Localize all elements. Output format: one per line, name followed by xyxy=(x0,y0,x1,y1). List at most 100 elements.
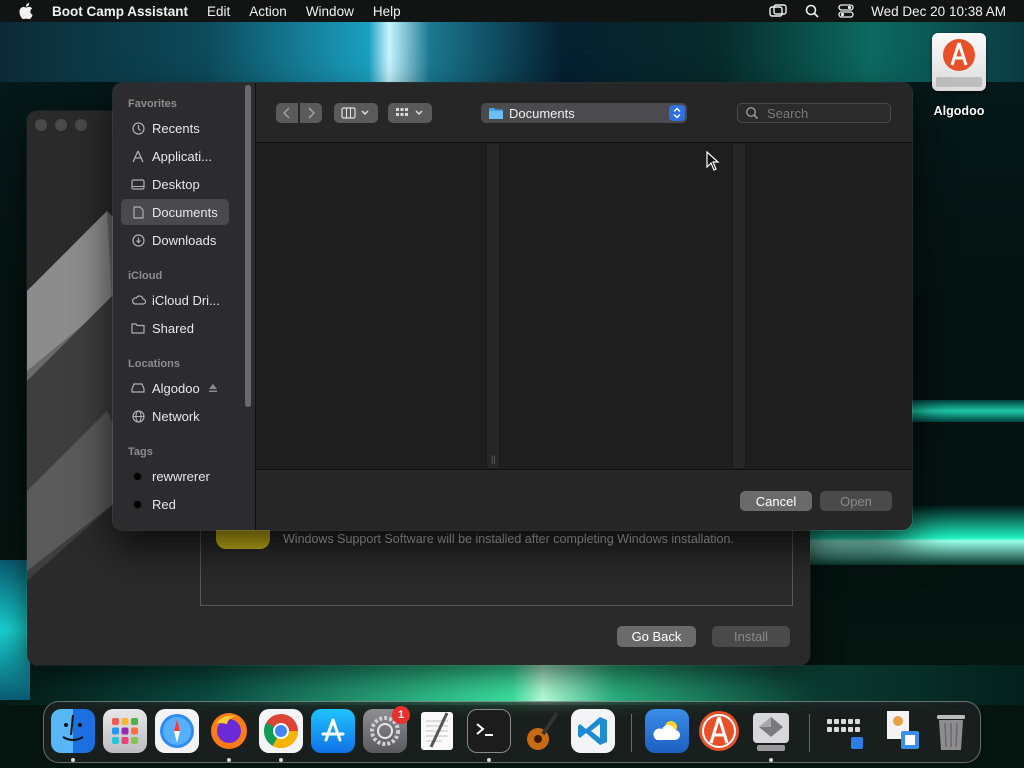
sidebar-tag-red[interactable]: Red xyxy=(121,491,229,517)
app-store-icon[interactable] xyxy=(311,709,355,753)
terminal-icon[interactable] xyxy=(467,709,511,753)
textedit-icon[interactable] xyxy=(415,709,459,753)
zoom-window-button[interactable] xyxy=(75,119,87,131)
control-center-icon[interactable] xyxy=(837,4,855,18)
sidebar-item-label: Desktop xyxy=(152,176,200,192)
drive-icon xyxy=(129,381,147,395)
open-button[interactable]: Open xyxy=(820,491,892,511)
folder-icon xyxy=(489,108,503,119)
apps-folder-icon[interactable] xyxy=(823,709,867,753)
chevron-updown-icon xyxy=(669,105,685,121)
sidebar-item-label: Network xyxy=(152,408,200,424)
info-message: Windows Support Software will be install… xyxy=(283,532,734,546)
desktop-icon-label: Algodoo xyxy=(933,104,985,118)
globe-icon xyxy=(129,409,147,423)
sidebar-item-downloads[interactable]: Downloads xyxy=(121,227,229,253)
location-popup[interactable]: Documents xyxy=(481,103,687,123)
applications-icon xyxy=(129,149,147,163)
column-resize-handle[interactable]: || xyxy=(486,144,500,468)
downloads-stack-icon[interactable] xyxy=(879,709,923,753)
dialog-sidebar: Favorites Recents Applicati... Desktop D… xyxy=(113,83,256,530)
view-columns-button[interactable] xyxy=(334,103,378,123)
mouse-cursor-icon xyxy=(706,151,720,171)
chrome-icon[interactable] xyxy=(259,709,303,753)
chevron-right-icon xyxy=(308,107,315,119)
sidebar-item-label: Downloads xyxy=(152,232,217,248)
sidebar-item-label: Recents xyxy=(152,120,200,136)
location-label: Documents xyxy=(509,105,575,121)
go-back-button[interactable]: Go Back xyxy=(617,626,696,647)
sidebar-item-label: Documents xyxy=(152,204,218,220)
column-resize-handle[interactable] xyxy=(732,144,746,468)
menu-edit[interactable]: Edit xyxy=(207,4,230,19)
trash-icon[interactable] xyxy=(929,709,973,753)
dock: 1 xyxy=(43,701,981,763)
view-grid-button[interactable] xyxy=(388,103,432,123)
eject-icon[interactable] xyxy=(208,383,218,393)
sidebar-item-icloud-drive[interactable]: iCloud Dri... xyxy=(121,287,229,313)
sidebar-item-algodoo[interactable]: Algodoo xyxy=(121,375,241,401)
guitar-icon[interactable] xyxy=(519,709,563,753)
notification-badge: 1 xyxy=(392,706,410,724)
chevron-left-icon xyxy=(283,107,290,119)
document-icon xyxy=(129,205,147,219)
sidebar-item-network[interactable]: Network xyxy=(121,403,229,429)
columns-view-icon xyxy=(341,107,369,119)
install-button[interactable]: Install xyxy=(712,626,790,647)
open-file-dialog: Favorites Recents Applicati... Desktop D… xyxy=(113,83,912,530)
shared-folder-icon xyxy=(129,321,147,335)
menu-help[interactable]: Help xyxy=(373,4,401,19)
safari-icon[interactable] xyxy=(155,709,199,753)
column-grip-icon: || xyxy=(491,454,496,464)
menu-action[interactable]: Action xyxy=(249,4,287,19)
sidebar-header-locations: Locations xyxy=(128,358,180,370)
tag-color-dot xyxy=(133,471,142,481)
sidebar-tag-rewwrerer[interactable]: rewwrerer xyxy=(121,463,229,489)
cancel-button[interactable]: Cancel xyxy=(740,491,812,511)
firefox-icon[interactable] xyxy=(207,709,251,753)
apple-menu-icon[interactable] xyxy=(18,3,34,19)
sidebar-header-icloud: iCloud xyxy=(128,270,163,282)
sidebar-item-label: iCloud Dri... xyxy=(152,292,220,308)
download-icon xyxy=(129,233,147,247)
cloud-icon xyxy=(129,293,147,307)
sidebar-item-recents[interactable]: Recents xyxy=(121,115,229,141)
forward-button[interactable] xyxy=(300,103,322,123)
running-indicator xyxy=(71,758,75,762)
clock-icon xyxy=(129,121,147,135)
sidebar-item-label: rewwrerer xyxy=(152,468,210,484)
dialog-main: Documents Search || Cancel Open xyxy=(256,83,912,530)
sidebar-header-tags: Tags xyxy=(128,446,153,458)
running-indicator xyxy=(769,758,773,762)
bootcamp-logo-icon xyxy=(27,211,117,581)
search-placeholder: Search xyxy=(767,105,809,121)
sidebar-item-label: Applicati... xyxy=(152,148,212,164)
minimize-window-button[interactable] xyxy=(55,119,67,131)
screen-mirroring-icon[interactable] xyxy=(769,4,787,18)
launchpad-icon[interactable] xyxy=(103,709,147,753)
sidebar-item-label: Algodoo xyxy=(152,380,200,396)
spotlight-search-icon[interactable] xyxy=(803,4,821,18)
menu-app-name[interactable]: Boot Camp Assistant xyxy=(52,4,188,19)
sidebar-item-documents[interactable]: Documents xyxy=(121,199,229,225)
close-window-button[interactable] xyxy=(35,119,47,131)
back-button[interactable] xyxy=(276,103,298,123)
tag-color-dot xyxy=(133,499,142,509)
bootcamp-icon[interactable] xyxy=(749,709,793,753)
sidebar-item-shared[interactable]: Shared xyxy=(121,315,229,341)
file-browser-columns[interactable]: || xyxy=(256,144,912,468)
sidebar-item-desktop[interactable]: Desktop xyxy=(121,171,229,197)
algodoo-icon[interactable] xyxy=(697,709,741,753)
sidebar-item-applications[interactable]: Applicati... xyxy=(121,143,229,169)
warning-icon xyxy=(216,529,270,549)
menu-window[interactable]: Window xyxy=(306,4,354,19)
vscode-icon[interactable] xyxy=(571,709,615,753)
dock-separator xyxy=(809,714,810,752)
running-indicator xyxy=(487,758,491,762)
finder-icon[interactable] xyxy=(51,709,95,753)
sidebar-scrollbar[interactable] xyxy=(245,85,251,407)
desktop-icon-algodoo[interactable]: Algodoo xyxy=(926,33,992,118)
menu-clock[interactable]: Wed Dec 20 10:38 AM xyxy=(871,4,1006,19)
weather-icon[interactable] xyxy=(645,709,689,753)
search-field[interactable]: Search xyxy=(737,103,891,123)
